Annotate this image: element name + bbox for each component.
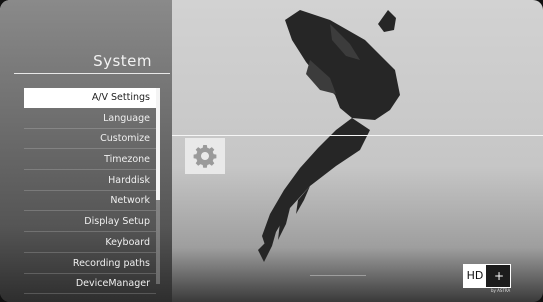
scrollbar-thumb[interactable] <box>156 88 160 200</box>
sidebar-title: System <box>93 52 152 70</box>
progress-indicator <box>310 275 366 276</box>
content-divider <box>172 135 543 136</box>
sidebar: System A/V Settings Language Customize T… <box>0 0 172 302</box>
menu-item-av-settings[interactable]: A/V Settings <box>24 88 156 108</box>
hd-logo-text: HD <box>464 265 486 287</box>
menu-item-customize[interactable]: Customize <box>24 129 156 150</box>
menu-item-display-setup[interactable]: Display Setup <box>24 212 156 233</box>
menu-scrollbar[interactable] <box>156 88 160 284</box>
hd-logo-subtitle: by ASTRA <box>491 288 511 293</box>
hd-plus-logo: HD + <box>463 264 511 288</box>
menu-item-recording-paths[interactable]: Recording paths <box>24 254 156 274</box>
menu-item-language[interactable]: Language <box>24 109 156 129</box>
title-divider <box>14 73 170 74</box>
menu-item-harddisk[interactable]: Harddisk <box>24 171 156 191</box>
settings-menu: A/V Settings Language Customize Timezone… <box>24 88 156 295</box>
tv-screen: System A/V Settings Language Customize T… <box>0 0 543 302</box>
gear-icon <box>193 145 217 168</box>
menu-item-keyboard[interactable]: Keyboard <box>24 233 156 253</box>
menu-item-timezone[interactable]: Timezone <box>24 150 156 171</box>
menu-item-device-manager[interactable]: DeviceManager <box>24 274 156 295</box>
hd-logo-plus: + <box>493 269 505 283</box>
menu-item-network[interactable]: Network <box>24 191 156 212</box>
settings-icon-tile <box>185 138 225 174</box>
